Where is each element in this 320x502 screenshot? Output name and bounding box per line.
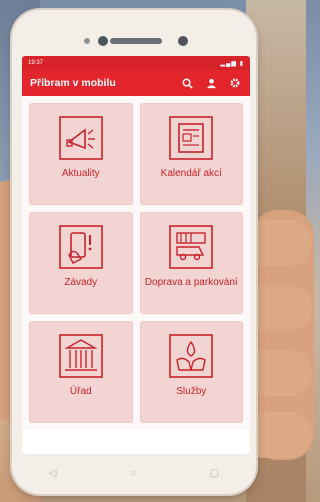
hands-drop-icon	[169, 334, 214, 378]
tile-urad[interactable]: Úřad	[30, 322, 132, 422]
front-camera	[98, 36, 108, 46]
tile-label: Závady	[64, 277, 98, 288]
tile-kalendar[interactable]: Kalendář akcí	[140, 104, 242, 204]
town-hall-icon	[58, 334, 103, 378]
megaphone-icon	[58, 116, 103, 160]
tile-label: Služby	[176, 386, 207, 397]
tile-label: Aktuality	[61, 168, 100, 179]
front-sensor	[178, 36, 188, 46]
tile-label: Úřad	[69, 386, 92, 397]
phone-screen: 19:37 ▂▄▆ ▮ Příbram v mobilu Aktuality K…	[22, 56, 250, 454]
tile-aktuality[interactable]: Aktuality	[30, 104, 132, 204]
tile-label: Doprava a parkování	[144, 277, 238, 288]
earpiece-speaker	[110, 38, 162, 44]
recent-apps-button[interactable]: ▢	[210, 468, 219, 479]
user-icon[interactable]	[204, 76, 218, 90]
tile-doprava[interactable]: Doprava a parkování	[140, 213, 242, 313]
tile-label: Kalendář akcí	[160, 168, 222, 179]
app-bar: Příbram v mobilu	[22, 70, 250, 96]
status-bar: 19:37 ▂▄▆ ▮	[22, 56, 250, 70]
proximity-sensor	[84, 38, 90, 44]
search-icon[interactable]	[180, 76, 194, 90]
phone-device: 19:37 ▂▄▆ ▮ Příbram v mobilu Aktuality K…	[12, 10, 256, 494]
home-button[interactable]: ○	[130, 468, 136, 479]
bus-parking-icon	[169, 225, 214, 269]
calendar-icon	[169, 116, 214, 160]
gear-icon[interactable]	[228, 76, 242, 90]
tile-sluzby[interactable]: Služby	[140, 322, 242, 422]
status-time: 19:37	[28, 60, 44, 66]
back-button[interactable]: ◁	[49, 468, 57, 479]
hardware-nav-bar: ◁ ○ ▢	[12, 458, 256, 488]
app-title: Příbram v mobilu	[30, 77, 116, 89]
tile-zavady[interactable]: Závady	[30, 213, 132, 313]
status-icons: ▂▄▆ ▮	[220, 60, 244, 67]
phone-report-icon	[58, 225, 103, 269]
menu-grid: Aktuality Kalendář akcí Závady Doprava a…	[22, 96, 250, 430]
